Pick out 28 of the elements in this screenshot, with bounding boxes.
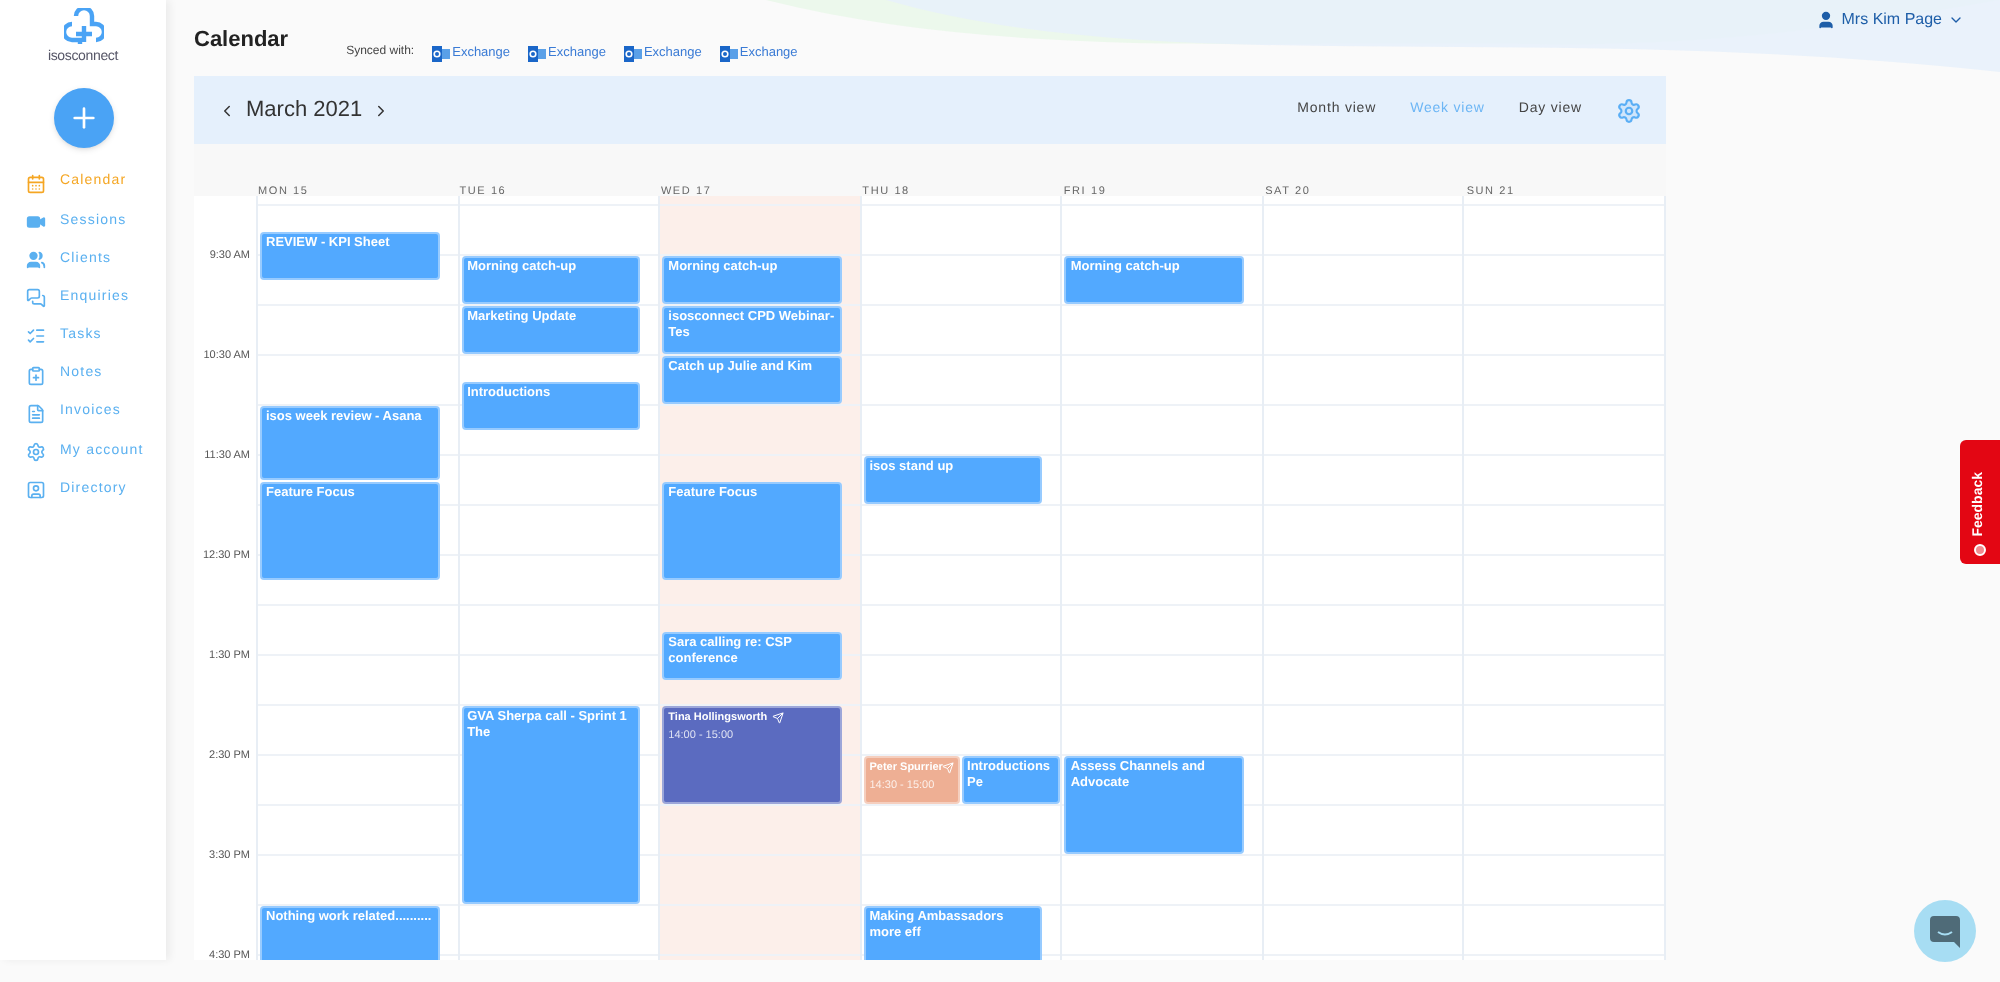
video-camera-icon [26, 211, 46, 232]
add-button[interactable] [53, 88, 113, 148]
outlook-icon [528, 46, 547, 63]
previous-button[interactable] [218, 101, 236, 119]
outlook-icon [623, 46, 642, 63]
chat-button[interactable] [1914, 900, 1976, 962]
chevron-left-icon [218, 101, 236, 119]
speech-bubbles-icon [26, 288, 46, 309]
document-icon [26, 403, 46, 424]
list-icon [26, 326, 46, 347]
send-icon [771, 712, 784, 724]
calendar-icon [26, 173, 46, 194]
page-title: Calendar [194, 25, 289, 55]
people-icon [26, 249, 46, 270]
user-icon [1815, 10, 1836, 30]
record-icon [1974, 544, 1986, 556]
chat-bubble-icon [1930, 915, 1960, 947]
outlook-icon [719, 46, 738, 63]
logo-icon [63, 8, 103, 48]
clipboard-icon [26, 365, 46, 386]
user-menu[interactable]: Mrs Kim Page [1815, 8, 1964, 32]
month-title: March 2021 [246, 95, 363, 126]
gear-icon [26, 441, 46, 462]
plus-icon [67, 102, 99, 134]
chevron-down-icon [1948, 12, 1964, 28]
outlook-icon [432, 46, 451, 63]
contact-card-icon [26, 480, 46, 501]
send-icon [941, 762, 954, 774]
